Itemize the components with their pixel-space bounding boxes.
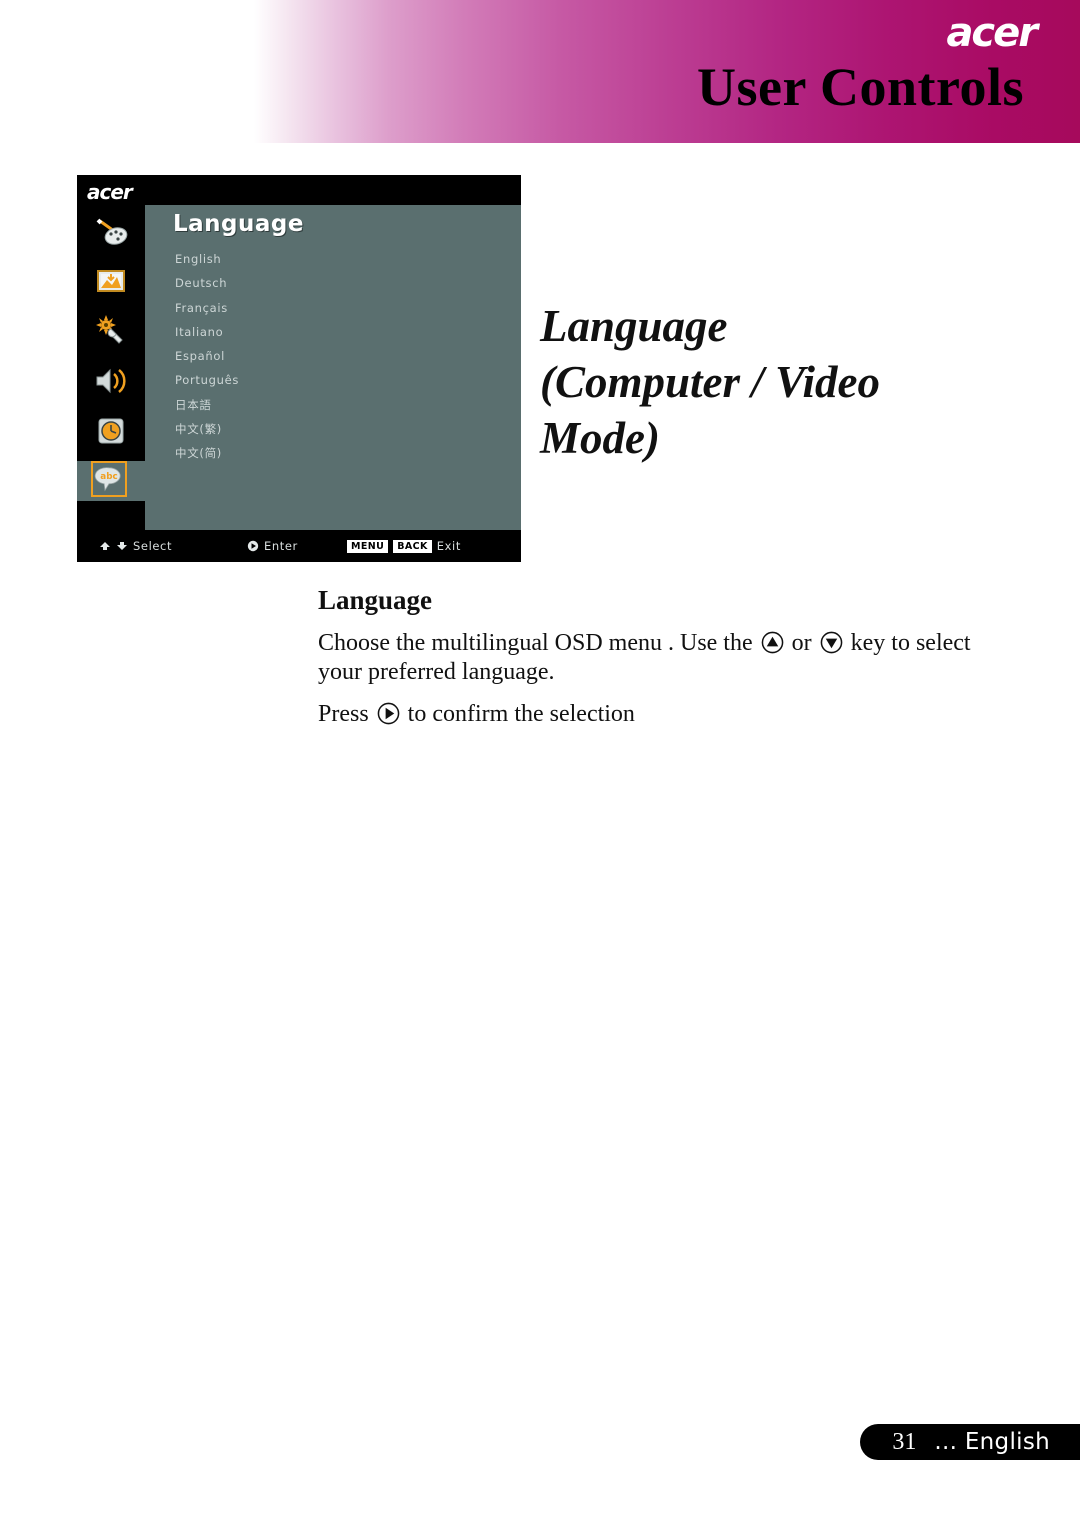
section-title-line-3: Mode) <box>540 413 660 463</box>
settings-icon <box>96 315 123 344</box>
body-section: Language Choose the multilingual OSD men… <box>318 583 998 742</box>
abc-bubble-icon: abc <box>94 467 121 492</box>
osd-content-area: Language English Deutsch Français Italia… <box>145 205 521 530</box>
palette-icon <box>96 218 128 245</box>
arrow-right-circle-icon <box>247 540 259 552</box>
arrow-down-icon <box>117 542 127 550</box>
osd-menu-title: Language <box>173 211 304 237</box>
osd-footer-select: Select <box>99 538 172 554</box>
timer-icon <box>98 418 124 444</box>
list-item[interactable]: Español <box>175 344 475 368</box>
selection-highlight-box: abc <box>91 461 127 497</box>
osd-screenshot: acer abc Language English Deutsch França… <box>77 175 521 562</box>
body-heading: Language <box>318 585 433 615</box>
page-footer-language-label: ... English <box>934 1429 1050 1455</box>
sidebar-item-image[interactable] <box>91 261 131 301</box>
right-key-icon <box>377 702 400 725</box>
section-title: Language (Computer / Video Mode) <box>540 298 970 466</box>
body-text-1b: or <box>791 630 812 656</box>
osd-language-list: English Deutsch Français Italiano Españo… <box>175 247 475 466</box>
osd-exit-label: Exit <box>436 539 461 553</box>
page-title: User Controls <box>697 57 1024 117</box>
page-header: acer User Controls <box>0 0 1080 143</box>
sidebar-item-setting[interactable] <box>91 311 131 351</box>
body-text-1a: Choose the multilingual OSD menu . Use t… <box>318 630 753 656</box>
osd-select-label: Select <box>133 539 173 553</box>
page-footer: 31 ... English <box>860 1424 1080 1460</box>
osd-footer-bar: Select Enter MENU BACK Exit <box>77 530 521 562</box>
sidebar-item-audio[interactable] <box>91 361 131 401</box>
osd-acer-logo: acer <box>87 180 133 204</box>
body-paragraph-2: Press to confirm the selection <box>318 700 998 729</box>
list-item[interactable]: 中文(繁) <box>175 417 475 441</box>
sidebar-item-language[interactable]: abc <box>77 461 145 501</box>
list-item[interactable]: Français <box>175 296 475 320</box>
list-item[interactable]: Deutsch <box>175 271 475 295</box>
section-title-line-1: Language <box>540 301 728 351</box>
body-paragraph-1: Choose the multilingual OSD menu . Use t… <box>318 629 998 687</box>
osd-footer-exit: MENU BACK Exit <box>347 538 461 554</box>
back-key-badge[interactable]: BACK <box>393 539 432 553</box>
acer-logo: acer <box>946 10 1038 56</box>
body-text-2a: Press <box>318 701 369 727</box>
body-text-2b: to confirm the selection <box>407 701 635 727</box>
list-item[interactable]: Italiano <box>175 320 475 344</box>
arrow-up-icon <box>100 542 110 550</box>
sidebar-item-timer[interactable] <box>91 411 131 451</box>
down-key-icon <box>820 631 842 654</box>
svg-text:abc: abc <box>100 472 117 482</box>
section-title-line-2: (Computer / Video <box>540 357 881 407</box>
osd-enter-label: Enter <box>264 539 298 553</box>
speaker-icon <box>96 368 126 394</box>
osd-sidebar: abc <box>77 205 145 530</box>
sidebar-item-color[interactable] <box>91 211 131 251</box>
list-item[interactable]: 日本語 <box>175 393 475 417</box>
list-item[interactable]: Português <box>175 368 475 392</box>
image-icon <box>97 270 125 292</box>
osd-footer-enter: Enter <box>247 538 298 554</box>
menu-key-badge[interactable]: MENU <box>347 539 389 553</box>
up-key-icon <box>761 631 783 654</box>
list-item[interactable]: 中文(简) <box>175 441 475 465</box>
page-number: 31 <box>892 1429 917 1455</box>
list-item[interactable]: English <box>175 247 475 271</box>
